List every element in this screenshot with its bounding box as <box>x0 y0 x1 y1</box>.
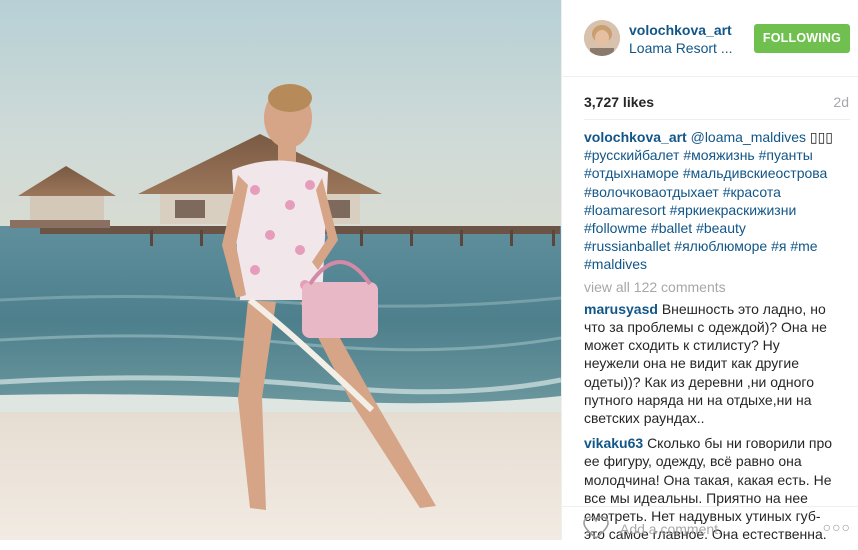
avatar[interactable] <box>584 20 620 56</box>
caption-mention[interactable]: @loama_maldives <box>691 129 806 145</box>
comment-username[interactable]: marusyasd <box>584 301 658 317</box>
hashtag-link[interactable]: #maldives <box>584 256 647 272</box>
hashtag-link[interactable]: #волочковаотдыхает <box>584 184 719 200</box>
post-header: volochkova_art Loama Resort ... FOLLOWIN… <box>562 0 858 77</box>
post-location[interactable]: Loama Resort ... <box>629 40 733 56</box>
hashtag-link[interactable]: #мальдивскиеострова <box>683 165 828 181</box>
hashtag-link[interactable]: #beauty <box>696 220 746 236</box>
caption-emoji: ▯▯▯ <box>809 129 833 145</box>
likes-count[interactable]: 3,727 likes <box>584 94 654 110</box>
comment-text: Внешность это ладно, но что за проблемы … <box>584 300 827 427</box>
post-age[interactable]: 2d <box>833 94 849 110</box>
post-photo[interactable] <box>0 0 561 540</box>
comments-section: volochkova_art @loama_maldives ▯▯▯ #русс… <box>584 128 834 550</box>
avatar-image <box>584 20 620 56</box>
hashtag-link[interactable]: #русскийбалет <box>584 147 679 163</box>
comment-item: marusyasd Внешность это ладно, но что за… <box>584 300 834 427</box>
hashtag-link[interactable]: #followme <box>584 220 647 236</box>
post-username[interactable]: volochkova_art <box>629 22 732 38</box>
hashtag-link[interactable]: #ballet <box>651 220 692 236</box>
caption: volochkova_art @loama_maldives ▯▯▯ #русс… <box>584 128 834 274</box>
caption-hashtags: #русскийбалет #мояжизнь #пуанты #отдыхна… <box>584 147 827 272</box>
post-side-panel: volochkova_art Loama Resort ... FOLLOWIN… <box>561 0 858 542</box>
caption-username[interactable]: volochkova_art <box>584 129 687 145</box>
hashtag-link[interactable]: #ялюблюморе <box>674 238 767 254</box>
view-all-comments-link[interactable]: view all 122 comments <box>584 278 834 296</box>
hashtag-link[interactable]: #отдыхнаморе <box>584 165 679 181</box>
add-comment-input[interactable]: Add a comment... <box>620 521 730 537</box>
hashtag-link[interactable]: #красота <box>723 184 781 200</box>
hashtag-link[interactable]: #яркиекраскижизни <box>670 202 797 218</box>
following-button[interactable]: FOLLOWING <box>754 24 850 53</box>
hashtag-link[interactable]: #loamaresort <box>584 202 666 218</box>
hashtag-link[interactable]: #russianballet <box>584 238 670 254</box>
hashtag-link[interactable]: #я <box>771 238 786 254</box>
hashtag-link[interactable]: #пуанты <box>759 147 813 163</box>
divider <box>584 119 850 120</box>
hashtag-link[interactable]: #мояжизнь <box>683 147 754 163</box>
comment-username[interactable]: vikaku63 <box>584 435 643 451</box>
post-footer: Add a comment... ○○○ <box>562 506 858 540</box>
heart-icon[interactable] <box>583 516 609 540</box>
beach-photo-illustration <box>0 0 561 540</box>
more-options-icon[interactable]: ○○○ <box>823 519 851 535</box>
instagram-post-modal: volochkova_art Loama Resort ... FOLLOWIN… <box>0 0 858 542</box>
hashtag-link[interactable]: #me <box>790 238 817 254</box>
